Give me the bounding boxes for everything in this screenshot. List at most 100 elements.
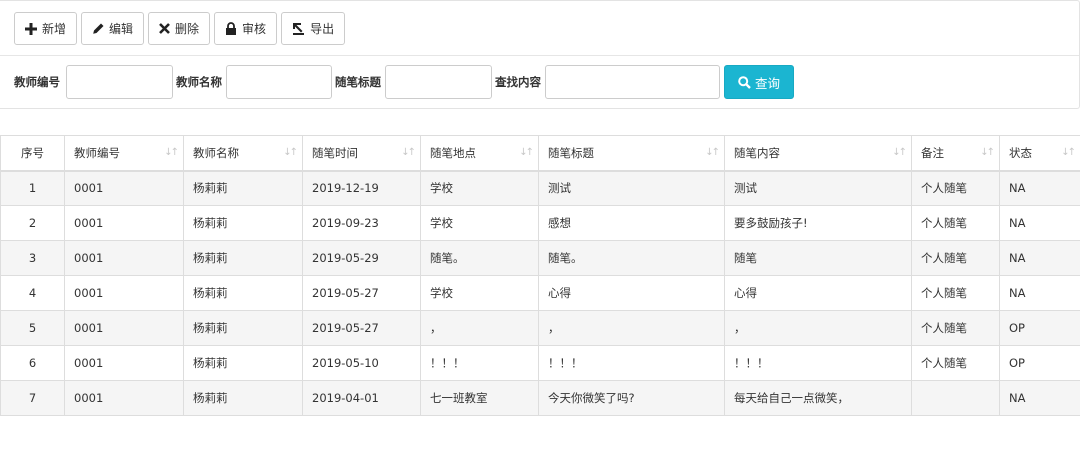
cell-essay-content: ！！！: [724, 345, 912, 381]
sort-icon[interactable]: ↓↑: [980, 147, 995, 158]
col-header-teacher-id[interactable]: 教师编号 ↓↑: [64, 135, 184, 172]
col-header-remark[interactable]: 备注 ↓↑: [911, 135, 1000, 172]
add-button-label: 新增: [42, 22, 67, 36]
teacher-name-input[interactable]: [226, 65, 332, 99]
cell-essay-content: 随笔: [724, 240, 912, 276]
cell-remark: 个人随笔: [911, 205, 1000, 241]
cell-essay-place: 学校: [420, 205, 539, 241]
cell-status: NA: [999, 275, 1080, 311]
cell-essay-time: 2019-05-29: [302, 240, 421, 276]
cell-status: OP: [999, 310, 1080, 346]
essay-title-input[interactable]: [385, 65, 492, 99]
table-row[interactable]: 4 0001 杨莉莉 2019-05-27 学校 心得 心得 个人随笔 NA: [0, 275, 1080, 311]
cell-essay-title: 测试: [538, 170, 725, 206]
cell-status: NA: [999, 240, 1080, 276]
cell-essay-title: 随笔。: [538, 240, 725, 276]
x-icon: [159, 23, 170, 34]
cell-teacher-name: 杨莉莉: [183, 170, 303, 206]
cell-teacher-id: 0001: [64, 380, 184, 416]
sort-icon[interactable]: ↓↑: [164, 147, 179, 158]
cell-essay-place: 七一班教室: [420, 380, 539, 416]
delete-button-label: 删除: [175, 22, 200, 36]
table-body: 1 0001 杨莉莉 2019-12-19 学校 测试 测试 个人随笔 NA 2…: [0, 170, 1080, 416]
cell-essay-title: 今天你微笑了吗?: [538, 380, 725, 416]
review-button[interactable]: 审核: [214, 12, 278, 45]
cell-teacher-name: 杨莉莉: [183, 240, 303, 276]
cell-essay-place: ！！！: [420, 345, 539, 381]
essay-title-label: 随笔标题: [335, 75, 381, 89]
cell-remark: 个人随笔: [911, 310, 1000, 346]
cell-essay-time: 2019-05-10: [302, 345, 421, 381]
sort-icon[interactable]: ↓↑: [892, 147, 907, 158]
cell-teacher-id: 0001: [64, 345, 184, 381]
cell-remark: 个人随笔: [911, 170, 1000, 206]
sort-icon[interactable]: ↓↑: [283, 147, 298, 158]
cell-index: 5: [0, 310, 65, 346]
edit-button[interactable]: 编辑: [81, 12, 145, 45]
cell-teacher-name: 杨莉莉: [183, 275, 303, 311]
cell-essay-content: 心得: [724, 275, 912, 311]
cell-teacher-id: 0001: [64, 310, 184, 346]
cell-essay-place: ，: [420, 310, 539, 346]
sort-icon[interactable]: ↓↑: [1061, 147, 1076, 158]
table-header-row: 序号 教师编号 ↓↑ 教师名称 ↓↑ 随笔时间 ↓↑ 随笔地点 ↓↑ 随笔标题 ↓↑ 随笔…: [0, 135, 1080, 172]
cell-status: NA: [999, 205, 1080, 241]
cell-essay-content: 测试: [724, 170, 912, 206]
cell-essay-title: ，: [538, 310, 725, 346]
cell-index: 1: [0, 170, 65, 206]
col-header-essay-title[interactable]: 随笔标题 ↓↑: [538, 135, 725, 172]
cell-status: NA: [999, 380, 1080, 416]
cell-index: 6: [0, 345, 65, 381]
cell-status: OP: [999, 345, 1080, 381]
cell-teacher-id: 0001: [64, 275, 184, 311]
table-row[interactable]: 7 0001 杨莉莉 2019-04-01 七一班教室 今天你微笑了吗? 每天给…: [0, 380, 1080, 416]
col-header-teacher-name[interactable]: 教师名称 ↓↑: [183, 135, 303, 172]
cell-essay-time: 2019-04-01: [302, 380, 421, 416]
col-header-essay-time[interactable]: 随笔时间 ↓↑: [302, 135, 421, 172]
table-row[interactable]: 1 0001 杨莉莉 2019-12-19 学校 测试 测试 个人随笔 NA: [0, 170, 1080, 206]
col-header-essay-content[interactable]: 随笔内容 ↓↑: [724, 135, 912, 172]
cell-remark: 个人随笔: [911, 345, 1000, 381]
cell-teacher-name: 杨莉莉: [183, 380, 303, 416]
toolbar: 新增 编辑 删除 审核 导出: [14, 12, 349, 45]
cell-status: NA: [999, 170, 1080, 206]
delete-button[interactable]: 删除: [148, 12, 211, 45]
cell-remark: 个人随笔: [911, 240, 1000, 276]
cell-essay-place: 学校: [420, 170, 539, 206]
cell-teacher-id: 0001: [64, 240, 184, 276]
col-header-essay-place[interactable]: 随笔地点 ↓↑: [420, 135, 539, 172]
sort-icon[interactable]: ↓↑: [705, 147, 720, 158]
teacher-name-label: 教师名称: [176, 75, 222, 89]
table-row[interactable]: 6 0001 杨莉莉 2019-05-10 ！！！ ！！！ ！！！ 个人随笔 O…: [0, 345, 1080, 381]
cell-index: 2: [0, 205, 65, 241]
cell-teacher-id: 0001: [64, 170, 184, 206]
cell-teacher-id: 0001: [64, 205, 184, 241]
cell-teacher-name: 杨莉莉: [183, 310, 303, 346]
cell-essay-content: ，: [724, 310, 912, 346]
teacher-id-input[interactable]: [66, 65, 173, 99]
cell-essay-title: ！！！: [538, 345, 725, 381]
cell-teacher-name: 杨莉莉: [183, 205, 303, 241]
col-header-index[interactable]: 序号: [0, 135, 65, 172]
cell-essay-time: 2019-05-27: [302, 275, 421, 311]
col-header-status[interactable]: 状态 ↓↑: [999, 135, 1080, 172]
table-row[interactable]: 3 0001 杨莉莉 2019-05-29 随笔。 随笔。 随笔 个人随笔 NA: [0, 240, 1080, 276]
plus-icon: [25, 22, 37, 35]
sort-icon[interactable]: ↓↑: [519, 147, 534, 158]
content-search-input[interactable]: [545, 65, 720, 99]
export-button[interactable]: 导出: [281, 12, 346, 45]
add-button[interactable]: 新增: [14, 12, 78, 45]
cell-essay-time: 2019-09-23: [302, 205, 421, 241]
cell-index: 7: [0, 380, 65, 416]
table-row[interactable]: 2 0001 杨莉莉 2019-09-23 学校 感想 要多鼓励孩子! 个人随笔…: [0, 205, 1080, 241]
sort-icon[interactable]: ↓↑: [401, 147, 416, 158]
table-row[interactable]: 5 0001 杨莉莉 2019-05-27 ， ， ， 个人随笔 OP: [0, 310, 1080, 346]
lock-icon: [225, 22, 237, 35]
export-button-label: 导出: [310, 22, 335, 36]
toolbar-panel: 新增 编辑 删除 审核 导出 教师编号 教师名称 随笔标题 查找内容 查询: [0, 0, 1080, 109]
cell-essay-title: 感想: [538, 205, 725, 241]
content-label: 查找内容: [495, 75, 541, 89]
cell-essay-time: 2019-05-27: [302, 310, 421, 346]
edit-button-label: 编辑: [109, 22, 134, 36]
query-button[interactable]: 查询: [724, 65, 794, 99]
